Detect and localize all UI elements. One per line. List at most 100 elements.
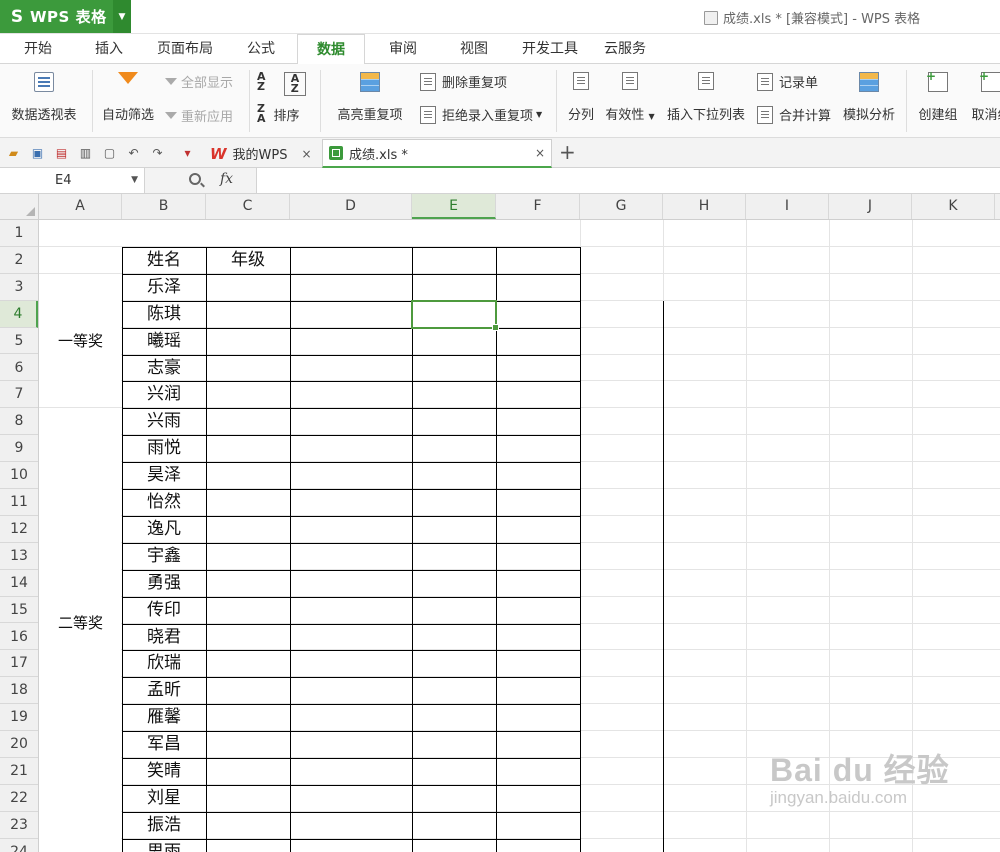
column-header-i[interactable]: I (746, 194, 829, 219)
close-icon[interactable]: × (302, 147, 312, 161)
table-row-name[interactable]: 乐泽 (122, 274, 206, 301)
table-row-name[interactable]: 昊泽 (122, 462, 206, 489)
app-menu-chevron-down-icon[interactable]: ▼ (113, 0, 131, 33)
show-all-button[interactable]: 全部显示 (165, 72, 233, 91)
column-header-d[interactable]: D (290, 194, 412, 219)
row-header-17[interactable]: 17 (0, 650, 38, 678)
table-row-name[interactable]: 兴润 (122, 381, 206, 408)
table-row-name[interactable]: 晓君 (122, 624, 206, 651)
name-box[interactable]: E4 ▼ (0, 168, 145, 193)
row-header-2[interactable]: 2 (0, 247, 38, 274)
table-row-name[interactable]: 勇强 (122, 570, 206, 597)
insert-dropdown-list-button[interactable]: 插入下拉列表 (663, 72, 749, 123)
open-folder-icon[interactable]: ▰ (6, 146, 21, 160)
tab-cloud[interactable]: 云服务 (596, 34, 654, 64)
column-header-b[interactable]: B (122, 194, 206, 219)
table-row-name[interactable]: 思雨 (122, 839, 206, 852)
row-header-3[interactable]: 3 (0, 274, 38, 301)
row-header-16[interactable]: 16 (0, 624, 38, 651)
row-header-13[interactable]: 13 (0, 543, 38, 570)
name-box-chevron-down-icon[interactable]: ▼ (131, 168, 138, 193)
table-row-name[interactable]: 雨悦 (122, 435, 206, 462)
new-tab-plus-icon[interactable]: + (559, 140, 576, 164)
table-row-name[interactable]: 怡然 (122, 489, 206, 516)
sort-dialog-button[interactable]: AZ (284, 72, 306, 96)
record-form-button[interactable]: 记录单 (757, 72, 818, 91)
row-header-12[interactable]: 12 (0, 516, 38, 543)
cell-b2-header[interactable]: 姓名 (122, 247, 206, 274)
tab-home[interactable]: 开始 (10, 34, 66, 64)
select-all-corner[interactable] (0, 194, 39, 220)
doc-tab-my-wps[interactable]: W 我的WPS × (204, 139, 320, 168)
table-row-name[interactable]: 雁馨 (122, 704, 206, 731)
table-row-name[interactable]: 兴雨 (122, 408, 206, 435)
ungroup-button[interactable]: 取消组 (966, 69, 1000, 123)
cell-c2-header[interactable]: 年级 (206, 247, 290, 274)
row-header-21[interactable]: 21 (0, 758, 38, 785)
row-header-23[interactable]: 23 (0, 812, 38, 839)
column-header-e[interactable]: E (412, 194, 496, 219)
row-header-4[interactable]: 4 (0, 300, 38, 328)
table-row-name[interactable]: 逸凡 (122, 516, 206, 543)
pivot-table-button[interactable]: 数据透视表 (8, 72, 80, 123)
column-header-g[interactable]: G (580, 194, 663, 219)
data-validation-button[interactable]: 有效性 ▼ (603, 72, 657, 123)
row-header-9[interactable]: 9 (0, 435, 38, 463)
column-header-h[interactable]: H (663, 194, 746, 219)
column-header-f[interactable]: F (496, 194, 580, 219)
row-header-5[interactable]: 5 (0, 328, 38, 355)
reject-duplicates-button[interactable]: 拒绝录入重复项 ▼ (420, 105, 542, 124)
sort-button[interactable]: ZA 排序 (257, 103, 300, 124)
autofilter-button[interactable]: 自动筛选 (98, 72, 158, 123)
text-to-columns-button[interactable]: 分列 (565, 72, 597, 123)
row-header-10[interactable]: 10 (0, 462, 38, 489)
doc-tab-scores[interactable]: 成绩.xls * × (322, 139, 552, 168)
row-header-19[interactable]: 19 (0, 704, 38, 732)
sort-ascending-button[interactable]: AZ (257, 71, 266, 92)
row-header-11[interactable]: 11 (0, 489, 38, 516)
reapply-button[interactable]: 重新应用 (165, 106, 233, 125)
tab-data[interactable]: 数据 (297, 34, 365, 65)
row-header-22[interactable]: 22 (0, 785, 38, 812)
undo-icon[interactable]: ↶ (126, 146, 141, 160)
table-row-name[interactable]: 孟昕 (122, 677, 206, 704)
merged-title-row[interactable] (122, 220, 579, 246)
column-header-k[interactable]: K (912, 194, 995, 219)
table-row-name[interactable]: 宇鑫 (122, 543, 206, 570)
close-icon[interactable]: × (535, 146, 545, 160)
row-header-14[interactable]: 14 (0, 570, 38, 597)
table-row-name[interactable]: 志豪 (122, 355, 206, 382)
column-header-j[interactable]: J (829, 194, 912, 219)
save-icon[interactable]: ▣ (30, 146, 45, 160)
reject-duplicates-chevron-down-icon[interactable]: ▼ (536, 110, 542, 119)
what-if-analysis-button[interactable]: 模拟分析 (840, 72, 898, 123)
active-cell-selection[interactable] (411, 299, 499, 331)
tab-insert[interactable]: 插入 (80, 34, 138, 64)
insert-function-fx-icon[interactable]: fx (220, 171, 233, 187)
tab-developer[interactable]: 开发工具 (513, 34, 587, 64)
column-header-c[interactable]: C (206, 194, 290, 219)
table-row-name[interactable]: 曦瑶 (122, 328, 206, 355)
table-row-name[interactable]: 刘星 (122, 785, 206, 812)
tab-formulas[interactable]: 公式 (234, 34, 288, 64)
row-header-1[interactable]: 1 (0, 220, 38, 247)
export-pdf-icon[interactable]: ▤ (54, 146, 69, 160)
highlight-duplicates-button[interactable]: 高亮重复项 (330, 72, 410, 123)
table-row-name[interactable]: 军昌 (122, 731, 206, 758)
column-header-a[interactable]: A (39, 194, 122, 219)
table-row-name[interactable]: 欣瑞 (122, 650, 206, 677)
print-preview-icon[interactable]: ▢ (102, 146, 117, 160)
formula-input[interactable] (258, 168, 1000, 193)
zoom-search-icon[interactable] (189, 173, 201, 185)
consolidate-button[interactable]: 合并计算 (757, 105, 831, 124)
row-header-6[interactable]: 6 (0, 355, 38, 382)
table-row-name[interactable]: 陈琪 (122, 301, 206, 328)
tab-view[interactable]: 视图 (446, 34, 502, 64)
tab-review[interactable]: 审阅 (376, 34, 430, 64)
row-header-15[interactable]: 15 (0, 597, 38, 624)
print-icon[interactable]: ▥ (78, 146, 93, 160)
create-group-button[interactable]: 创建组 (914, 69, 962, 123)
tab-page-layout[interactable]: 页面布局 (150, 34, 220, 64)
row-header-8[interactable]: 8 (0, 408, 38, 436)
app-menu-button[interactable]: S WPS 表格 ▼ (0, 0, 131, 33)
